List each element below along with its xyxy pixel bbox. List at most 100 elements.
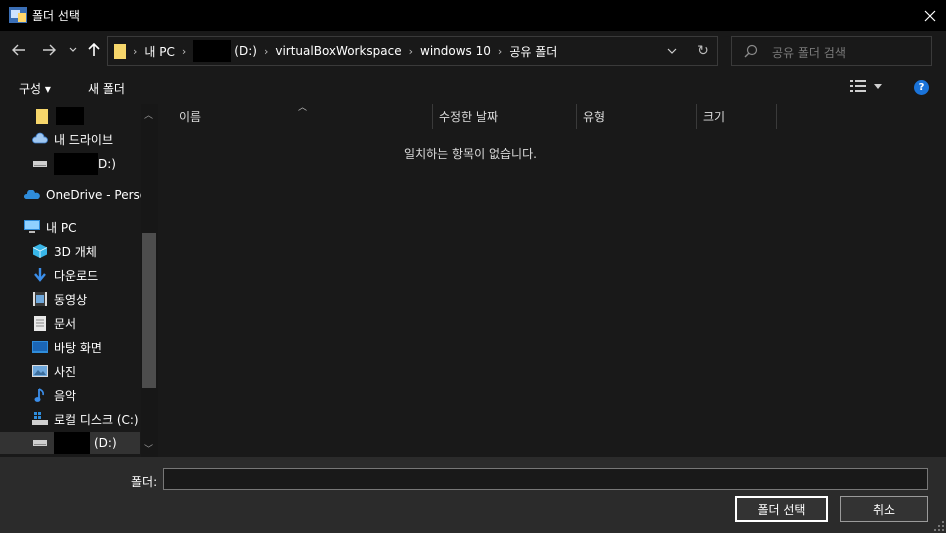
sidebar-item-label: 3D 개체 — [54, 244, 97, 259]
drive-icon — [32, 435, 48, 451]
organize-button[interactable]: 구성 ▾ — [19, 80, 51, 97]
arrow-up-icon — [88, 43, 100, 56]
chevron-down-icon — [667, 48, 677, 54]
3d-objects-icon — [32, 243, 48, 259]
window-title: 폴더 선택 — [32, 9, 80, 23]
redacted-block — [193, 40, 232, 62]
close-icon — [924, 10, 936, 21]
sidebar-item-my-drive[interactable]: 내 드라이브 — [0, 128, 140, 150]
sidebar-item-drive-d[interactable]: D:) — [0, 153, 140, 175]
folder-icon — [34, 108, 50, 124]
sidebar-item-downloads[interactable]: 다운로드 — [0, 264, 140, 286]
sidebar-item-3d-objects[interactable]: 3D 개체 — [0, 240, 140, 262]
search-box[interactable]: 공유 폴더 검색 — [731, 36, 932, 66]
breadcrumb-windows10[interactable]: windows 10 — [420, 44, 491, 58]
recent-locations-button[interactable] — [63, 40, 83, 60]
file-list: ︿ 이름 수정한 날짜 유형 크기 일치하는 항목이 없습니다. — [159, 103, 946, 457]
dialog-footer: 폴더: 폴더 선택 취소 — [0, 457, 946, 533]
forward-button[interactable] — [39, 40, 59, 60]
sidebar-item-drive-d-selected[interactable]: (D:) — [0, 432, 140, 454]
sidebar-item-label: (D:) — [94, 436, 117, 450]
sidebar-item-local-disk-c[interactable]: 로컬 디스크 (C:) — [0, 408, 140, 430]
chevron-right-icon: › — [181, 44, 187, 58]
arrow-left-icon — [12, 44, 25, 56]
sidebar-item-videos[interactable]: 동영상 — [0, 288, 140, 310]
breadcrumb-shared-folder[interactable]: 공유 폴더 — [509, 43, 557, 60]
cloud-drive-icon — [32, 131, 48, 147]
sidebar-item-label: 사진 — [54, 364, 77, 379]
sidebar-item-documents[interactable]: 문서 — [0, 312, 140, 334]
refresh-button[interactable]: ↻ — [691, 41, 715, 61]
refresh-icon: ↻ — [697, 43, 709, 59]
search-input[interactable]: 공유 폴더 검색 — [772, 44, 846, 61]
breadcrumb-my-pc[interactable]: 내 PC — [144, 43, 174, 60]
sidebar-item-label: 다운로드 — [54, 268, 99, 283]
sidebar-item-onedrive[interactable]: OneDrive - Persor — [0, 184, 152, 206]
select-folder-button[interactable]: 폴더 선택 — [735, 496, 828, 522]
details-view-icon — [850, 80, 866, 92]
sidebar-item-label: 내 드라이브 — [54, 132, 114, 147]
column-header-size[interactable]: 크기 — [697, 104, 777, 129]
breadcrumb-drive-d[interactable]: (D:) — [234, 44, 257, 58]
sidebar-item-label: OneDrive - Persor — [46, 188, 153, 202]
onedrive-icon — [24, 187, 40, 203]
cancel-button[interactable]: 취소 — [840, 496, 928, 522]
up-button[interactable] — [84, 40, 104, 60]
command-toolbar: 구성 ▾ 새 폴더 ? — [0, 71, 946, 104]
column-header-type[interactable]: 유형 — [577, 104, 697, 129]
desktop-icon — [32, 339, 48, 355]
redacted-block — [54, 432, 90, 454]
back-button[interactable] — [9, 40, 29, 60]
address-bar[interactable]: › 내 PC › (D:) › virtualBoxWorkspace › wi… — [107, 36, 718, 66]
redacted-block — [54, 153, 98, 175]
sidebar-item-label: 음악 — [54, 388, 77, 403]
chevron-down-icon — [874, 83, 882, 89]
sidebar-item-label: 내 PC — [46, 220, 77, 235]
sidebar-item-desktop[interactable]: 바탕 화면 — [0, 336, 140, 358]
chevron-right-icon: › — [497, 44, 503, 58]
sidebar-item-music[interactable]: 음악 — [0, 384, 140, 406]
sidebar-item-folder[interactable] — [0, 105, 140, 127]
sidebar-item-label: 동영상 — [54, 292, 88, 307]
view-options-button[interactable] — [850, 80, 882, 92]
sidebar-item-label: 바탕 화면 — [54, 340, 102, 355]
folder-name-field[interactable] — [163, 468, 928, 490]
pictures-icon — [32, 363, 48, 379]
scroll-down-icon[interactable]: ﹀ — [144, 442, 153, 455]
folder-label: 폴더: — [131, 475, 158, 489]
navigation-pane: 내 드라이브 D:) OneDrive - Persor 내 PC 3D 개체 … — [0, 104, 159, 457]
drive-icon — [32, 156, 48, 172]
column-header-name[interactable]: 이름 — [173, 104, 433, 129]
help-button[interactable]: ? — [914, 80, 929, 95]
resize-grip-icon[interactable] — [934, 521, 944, 531]
help-icon: ? — [918, 82, 925, 93]
computer-icon — [24, 219, 40, 235]
column-header-label: 크기 — [703, 110, 726, 124]
sidebar-item-label: D:) — [98, 157, 116, 171]
breadcrumb: › 내 PC › (D:) › virtualBoxWorkspace › wi… — [108, 37, 557, 65]
column-header-label: 이름 — [179, 110, 202, 124]
video-icon — [32, 291, 48, 307]
chevron-right-icon: › — [408, 44, 414, 58]
sidebar-item-my-pc[interactable]: 내 PC — [0, 216, 140, 238]
column-header-label: 유형 — [583, 110, 606, 124]
scroll-up-icon[interactable]: ︿ — [144, 108, 153, 121]
empty-message: 일치하는 항목이 없습니다. — [404, 147, 537, 161]
close-button[interactable] — [914, 0, 946, 31]
sidebar-scrollbar[interactable]: ︿ ﹀ — [141, 104, 158, 457]
sidebar-item-label: 문서 — [54, 316, 77, 331]
new-folder-button[interactable]: 새 폴더 — [88, 80, 125, 97]
chevron-right-icon: › — [263, 44, 269, 58]
breadcrumb-virtualbox[interactable]: virtualBoxWorkspace — [275, 44, 401, 58]
download-icon — [32, 267, 48, 283]
redacted-block — [56, 107, 84, 125]
folder-icon — [114, 43, 126, 59]
column-header-date-modified[interactable]: 수정한 날짜 — [433, 104, 577, 129]
scroll-thumb[interactable] — [142, 233, 156, 388]
sidebar-item-label: 로컬 디스크 (C:) — [54, 412, 139, 427]
sidebar-item-pictures[interactable]: 사진 — [0, 360, 140, 382]
app-icon — [9, 7, 27, 23]
address-dropdown-button[interactable] — [660, 41, 684, 61]
chevron-down-icon — [69, 47, 77, 52]
search-icon — [744, 44, 758, 58]
